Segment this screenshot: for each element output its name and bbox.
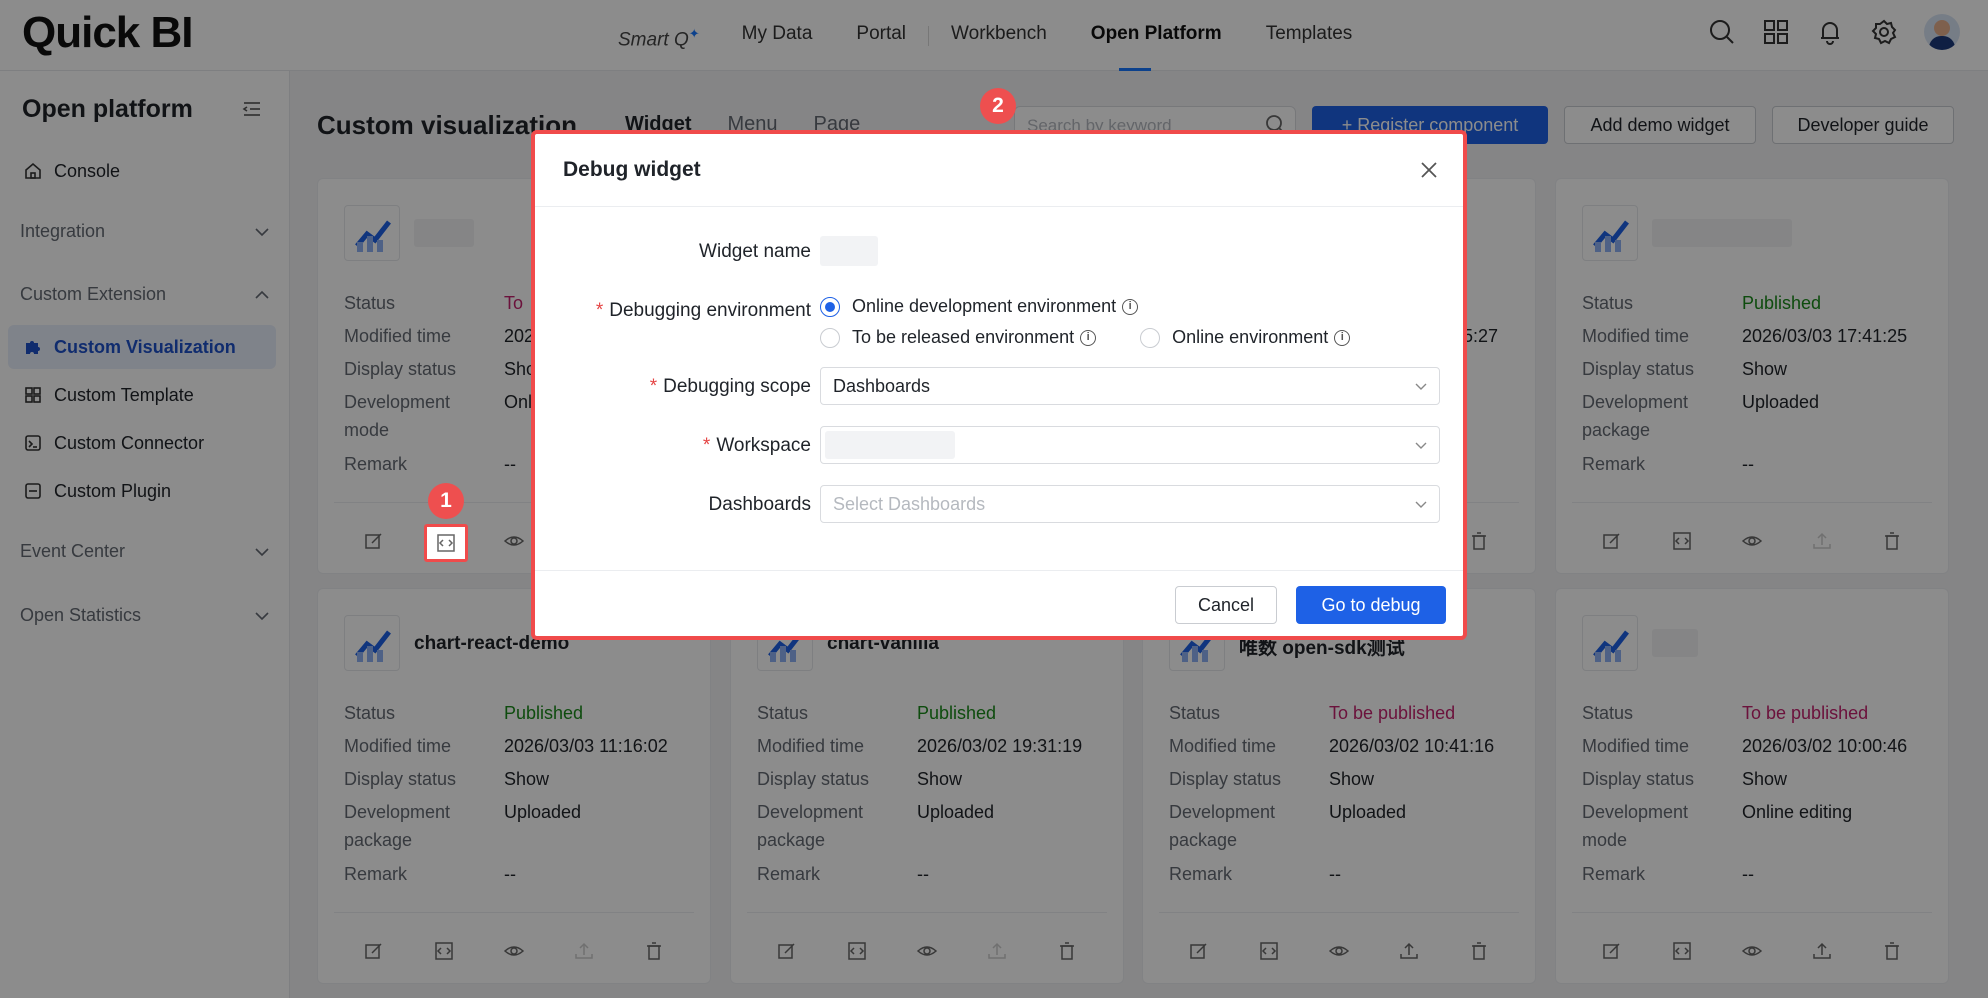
workspace-value-redacted — [825, 431, 955, 459]
workspace-select[interactable] — [820, 426, 1440, 464]
workspace-label: * Workspace — [702, 435, 811, 456]
go-to-debug-button[interactable]: Go to debug — [1296, 586, 1446, 624]
info-icon[interactable]: i — [1122, 298, 1139, 315]
chevron-down-icon — [1415, 380, 1427, 392]
callout-badge-2: 2 — [980, 88, 1016, 124]
close-icon[interactable] — [1419, 160, 1439, 180]
env-option-online-development[interactable]: Online development environment i — [820, 296, 1350, 317]
dialog-title: Debug widget — [563, 158, 701, 181]
dashboards-select[interactable]: Select Dashboards — [820, 485, 1440, 523]
debug-icon-highlight[interactable] — [424, 524, 468, 562]
callout-badge-1: 1 — [428, 483, 464, 519]
chevron-down-icon — [1415, 439, 1427, 451]
widget-name-value — [820, 236, 878, 266]
debugging-scope-select[interactable]: Dashboards — [820, 367, 1440, 405]
radio-selected[interactable] — [820, 296, 840, 317]
radio-unselected[interactable] — [820, 327, 840, 348]
debugging-scope-label: * Debugging scope — [649, 376, 811, 397]
dialog-footer-divider — [535, 570, 1463, 571]
debug-code-icon[interactable] — [436, 533, 456, 553]
widget-name-redacted — [820, 236, 878, 266]
chevron-down-icon — [1415, 498, 1427, 510]
debug-widget-dialog: Debug widget Widget name * Debugging envi… — [531, 130, 1467, 640]
dashboards-label: Dashboards — [708, 494, 811, 515]
debugging-environment-label: * Debugging environment — [595, 300, 811, 321]
dialog-header-divider — [535, 206, 1463, 207]
env-radio-group: Online development environment i To be r… — [820, 296, 1351, 348]
widget-name-label: Widget name — [699, 241, 811, 262]
info-icon[interactable]: i — [1334, 329, 1351, 346]
env-option-to-be-released[interactable]: To be released environment i — [820, 327, 1097, 348]
env-option-online[interactable]: Online environment i — [1140, 327, 1351, 348]
cancel-button[interactable]: Cancel — [1175, 586, 1277, 624]
radio-unselected[interactable] — [1140, 327, 1161, 348]
info-icon[interactable]: i — [1080, 329, 1097, 346]
